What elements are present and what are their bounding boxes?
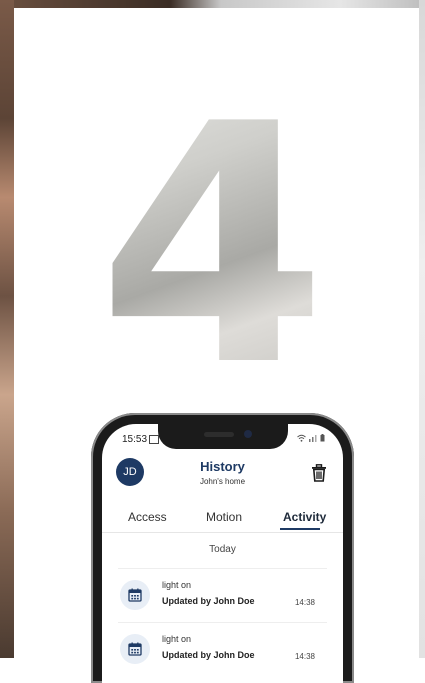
section-label-today: Today [209, 544, 236, 555]
phone-mockup: 15:53 JD History John's home Access Moti… [91, 413, 354, 683]
item-event: light on [162, 634, 192, 644]
divider [118, 622, 327, 623]
speaker [203, 432, 234, 437]
item-updated-by: Updated by John Doe [162, 650, 255, 660]
battery-icon [320, 434, 325, 444]
item-time: 14:38 [294, 652, 315, 661]
image-icon [149, 434, 160, 444]
wifi-icon [296, 434, 309, 444]
tab-activity[interactable]: Activity [283, 510, 326, 524]
active-tab-indicator [280, 528, 320, 530]
item-time: 14:38 [294, 598, 315, 607]
item-event: light on [162, 580, 192, 590]
divider [118, 568, 327, 569]
signal-icon [308, 435, 320, 444]
status-time: 15:53 [122, 434, 148, 445]
calendar-icon [120, 634, 150, 664]
hero-number: 4 [0, 81, 425, 411]
status-icons [296, 434, 325, 444]
phone-notch [157, 424, 288, 449]
calendar-icon [120, 580, 150, 610]
page-title: History [200, 459, 245, 474]
list-item[interactable]: light on Updated by John Doe 14:38 [118, 628, 329, 672]
item-updated-by: Updated by John Doe [162, 596, 255, 606]
list-item[interactable]: light on Updated by John Doe 14:38 [118, 574, 329, 618]
background-photo-top [0, 0, 425, 8]
front-camera [243, 430, 252, 438]
trash-icon[interactable] [311, 464, 327, 482]
tab-motion[interactable]: Motion [206, 510, 242, 524]
phone-screen: 15:53 JD History John's home Access Moti… [102, 424, 343, 683]
page-subtitle: John's home [199, 477, 246, 486]
status-bar: 15:53 [122, 434, 160, 445]
tab-access[interactable]: Access [128, 510, 167, 524]
